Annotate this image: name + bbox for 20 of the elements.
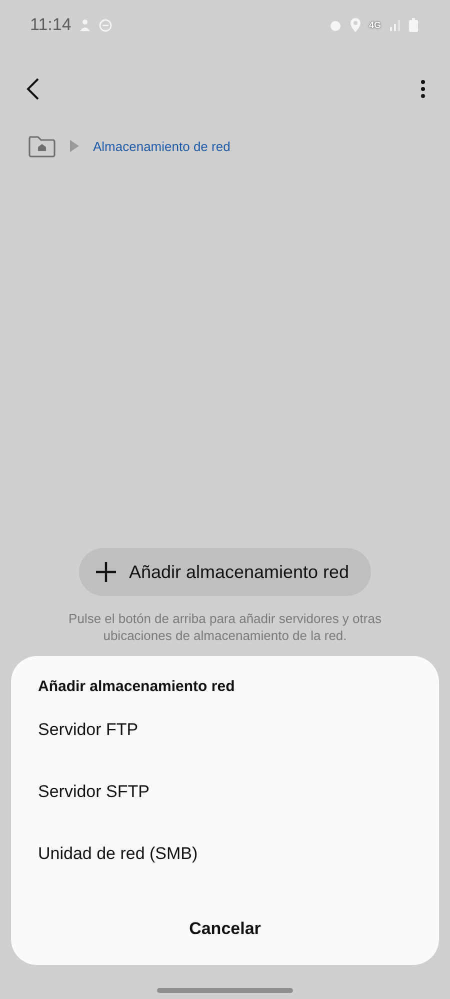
home-folder-icon[interactable] (28, 134, 56, 158)
plus-icon (94, 561, 117, 583)
sheet-title: Añadir almacenamiento red (37, 678, 236, 695)
do-not-disturb-icon (99, 18, 112, 32)
sheet-option[interactable]: Servidor FTP (11, 699, 439, 761)
more-options-icon[interactable] (420, 79, 426, 99)
signal-icon (389, 19, 401, 31)
location-icon (350, 18, 361, 32)
breadcrumb-link[interactable]: Almacenamiento de red (93, 138, 230, 154)
hint-text: Pulse el botón de arriba para añadir servidores y otras ubicaciones de almacenamiento de la red. (68, 610, 382, 644)
network-type: 4G (368, 20, 381, 30)
back-icon[interactable] (26, 77, 40, 101)
chevron-icon (70, 140, 79, 152)
status-time: 11:14 (30, 15, 72, 35)
navigation-handle[interactable] (157, 988, 293, 992)
sheet-option[interactable]: Servidor SFTP (11, 761, 439, 823)
cancel-button[interactable]: Cancelar (169, 913, 281, 945)
add-storage-button[interactable]: Añadir almacenamiento red (78, 548, 372, 596)
battery-icon (409, 18, 418, 32)
sheet-option[interactable]: Unidad de red (SMB) (11, 823, 439, 885)
